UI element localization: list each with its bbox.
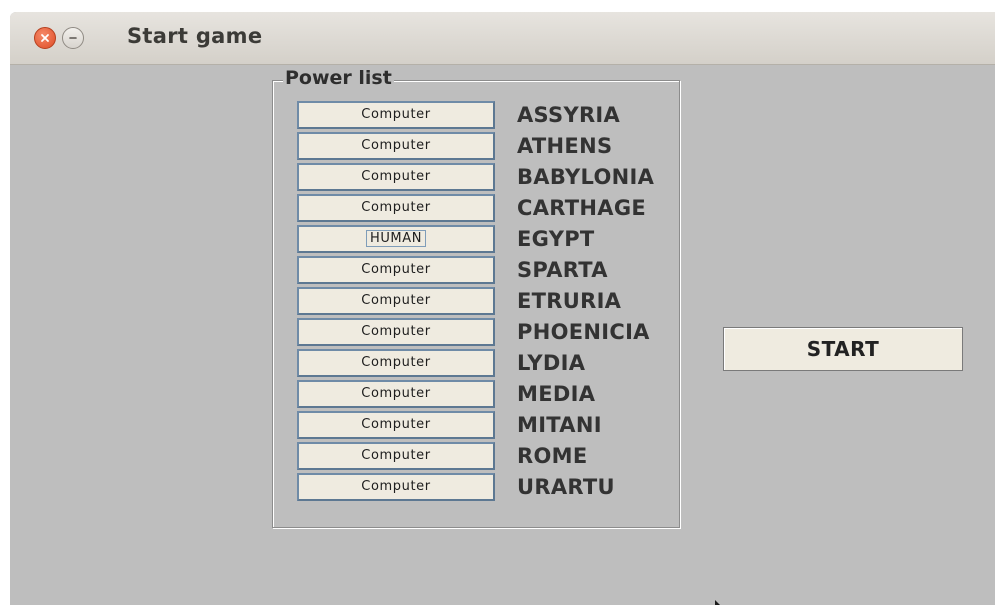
power-row-lydia: Computer LYDIA — [297, 349, 687, 377]
power-name: BABYLONIA — [517, 165, 655, 189]
power-name: SPARTA — [517, 258, 608, 282]
power-list-legend: Power list — [283, 66, 394, 90]
power-name: PHOENICIA — [517, 320, 650, 344]
power-name: ASSYRIA — [517, 103, 621, 127]
power-row-media: Computer MEDIA — [297, 380, 687, 408]
power-name: MITANI — [517, 413, 602, 437]
window-title: Start game — [127, 24, 263, 48]
start-button[interactable]: START — [723, 327, 963, 371]
player-toggle-button[interactable]: Computer — [297, 380, 495, 408]
power-row-phoenicia: Computer PHOENICIA — [297, 318, 687, 346]
power-name: ATHENS — [517, 134, 613, 158]
power-row-egypt: HUMAN EGYPT — [297, 225, 687, 253]
player-toggle-button[interactable]: Computer — [297, 318, 495, 346]
player-toggle-button[interactable]: Computer — [297, 194, 495, 222]
power-row-rome: Computer ROME — [297, 442, 687, 470]
power-name: URARTU — [517, 475, 615, 499]
player-toggle-button[interactable]: Computer — [297, 287, 495, 315]
start-game-window: Start game Power list Computer ASSYRIA C… — [10, 12, 995, 605]
player-toggle-button[interactable]: Computer — [297, 473, 495, 501]
power-row-athens: Computer ATHENS — [297, 132, 687, 160]
player-toggle-button[interactable]: Computer — [297, 411, 495, 439]
power-row-assyria: Computer ASSYRIA — [297, 101, 687, 129]
player-toggle-button[interactable]: HUMAN — [297, 225, 495, 253]
power-row-etruria: Computer ETRURIA — [297, 287, 687, 315]
mouse-cursor-icon — [715, 600, 720, 605]
player-toggle-button[interactable]: Computer — [297, 349, 495, 377]
player-toggle-button[interactable]: Computer — [297, 256, 495, 284]
player-toggle-button[interactable]: Computer — [297, 132, 495, 160]
minimize-icon — [69, 37, 77, 39]
player-toggle-label: HUMAN — [365, 230, 427, 247]
player-toggle-button[interactable]: Computer — [297, 442, 495, 470]
power-row-mitani: Computer MITANI — [297, 411, 687, 439]
power-name: EGYPT — [517, 227, 595, 251]
power-name: MEDIA — [517, 382, 596, 406]
minimize-button[interactable] — [62, 27, 84, 49]
power-name: CARTHAGE — [517, 196, 647, 220]
power-row-babylonia: Computer BABYLONIA — [297, 163, 687, 191]
power-row-carthage: Computer CARTHAGE — [297, 194, 687, 222]
close-icon — [41, 34, 49, 42]
power-name: ETRURIA — [517, 289, 622, 313]
power-row-sparta: Computer SPARTA — [297, 256, 687, 284]
player-toggle-button[interactable]: Computer — [297, 101, 495, 129]
power-name: LYDIA — [517, 351, 586, 375]
close-button[interactable] — [34, 27, 56, 49]
title-bar[interactable]: Start game — [10, 12, 995, 65]
power-name: ROME — [517, 444, 588, 468]
player-toggle-button[interactable]: Computer — [297, 163, 495, 191]
power-row-urartu: Computer URARTU — [297, 473, 687, 501]
